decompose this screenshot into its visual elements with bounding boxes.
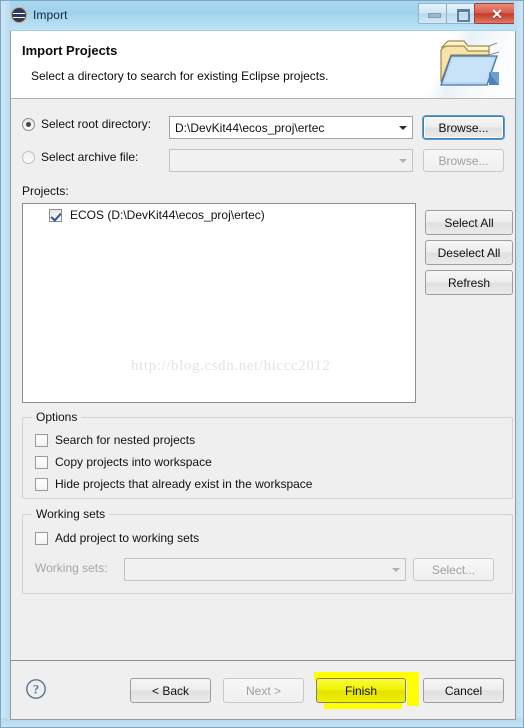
hide-existing-label: Hide projects that already exist in the … bbox=[55, 477, 313, 491]
watermark-text: http://blog.csdn.net/hiccc2012 bbox=[131, 358, 331, 374]
window-title: Import bbox=[33, 8, 68, 22]
archive-file-label: Select archive file: bbox=[41, 150, 139, 164]
finish-highlight-right bbox=[407, 672, 419, 706]
add-working-sets-checkbox[interactable] bbox=[35, 531, 48, 545]
import-dialog-window: Import ✕ Import Projects Select a direct… bbox=[0, 0, 524, 728]
working-sets-group: Working sets bbox=[22, 507, 513, 594]
option-hide-existing[interactable]: Hide projects that already exist in the … bbox=[35, 477, 312, 491]
refresh-button[interactable]: Refresh bbox=[425, 270, 513, 295]
page-title: Import Projects bbox=[22, 43, 118, 58]
project-checkbox[interactable] bbox=[49, 208, 62, 222]
next-label: Next > bbox=[245, 683, 281, 698]
finish-label: Finish bbox=[344, 683, 377, 698]
root-directory-label: Select root directory: bbox=[41, 117, 152, 131]
window-frame-left bbox=[1, 1, 10, 727]
browse-archive-button: Browse... bbox=[423, 149, 504, 172]
options-group-title: Options bbox=[32, 410, 82, 424]
dialog-button-bar: ? < Back Next > Finish Cancel bbox=[11, 660, 515, 719]
project-name: ECOS (D:\DevKit44\ecos_proj\ertec) bbox=[70, 208, 265, 222]
chevron-down-icon-archive bbox=[394, 150, 412, 171]
browse-archive-label: Browse... bbox=[438, 153, 489, 168]
next-button: Next > bbox=[223, 678, 304, 703]
chevron-down-icon[interactable] bbox=[394, 117, 412, 138]
hide-existing-checkbox[interactable] bbox=[35, 477, 48, 491]
archive-file-row: Select archive file: bbox=[22, 150, 138, 164]
eclipse-icon bbox=[11, 7, 27, 23]
working-sets-select-button: Select... bbox=[413, 558, 494, 581]
working-sets-select-label: Select... bbox=[431, 562, 476, 577]
add-working-sets-label: Add project to working sets bbox=[55, 531, 200, 545]
deselect-all-label: Deselect All bbox=[437, 245, 501, 260]
browse-root-directory-button[interactable]: Browse... bbox=[423, 116, 504, 139]
root-directory-combo[interactable]: D:\DevKit44\ecos_proj\ertec bbox=[169, 116, 413, 139]
browse-root-label: Browse... bbox=[438, 120, 489, 135]
projects-label: Projects: bbox=[22, 184, 69, 198]
root-directory-radio[interactable] bbox=[22, 117, 35, 131]
add-to-working-sets-row[interactable]: Add project to working sets bbox=[35, 531, 199, 545]
option-search-nested[interactable]: Search for nested projects bbox=[35, 433, 195, 447]
root-directory-value: D:\DevKit44\ecos_proj\ertec bbox=[175, 120, 325, 135]
window-controls: ✕ bbox=[418, 3, 520, 24]
deselect-all-button[interactable]: Deselect All bbox=[425, 240, 513, 265]
minimize-button[interactable] bbox=[418, 3, 447, 24]
search-nested-checkbox[interactable] bbox=[35, 433, 48, 447]
maximize-button[interactable] bbox=[446, 3, 475, 24]
cancel-label: Cancel bbox=[444, 683, 483, 698]
search-nested-label: Search for nested projects bbox=[55, 433, 196, 447]
page-description: Select a directory to search for existin… bbox=[31, 69, 329, 83]
working-sets-group-title: Working sets bbox=[32, 507, 110, 521]
archive-file-radio[interactable] bbox=[22, 150, 35, 164]
back-label: < Back bbox=[151, 683, 190, 698]
refresh-label: Refresh bbox=[447, 275, 491, 290]
dialog-header: Import Projects Select a directory to se… bbox=[11, 31, 515, 99]
working-sets-combo bbox=[124, 558, 406, 581]
copy-workspace-checkbox[interactable] bbox=[35, 455, 48, 469]
archive-file-combo bbox=[169, 149, 413, 172]
chevron-down-icon-working-sets bbox=[387, 559, 405, 580]
cancel-button[interactable]: Cancel bbox=[423, 678, 504, 703]
working-sets-field-label: Working sets: bbox=[35, 561, 108, 575]
copy-workspace-label: Copy projects into workspace bbox=[55, 455, 212, 469]
svg-text:?: ? bbox=[33, 683, 39, 697]
title-bar-left: Import bbox=[11, 7, 68, 23]
dialog-content: Select root directory: D:\DevKit44\ecos_… bbox=[11, 99, 515, 659]
help-icon[interactable]: ? bbox=[25, 678, 47, 700]
open-folder-icon bbox=[440, 40, 500, 86]
select-all-label: Select All bbox=[444, 215, 494, 230]
option-copy-into-workspace[interactable]: Copy projects into workspace bbox=[35, 455, 212, 469]
list-item[interactable]: ECOS (D:\DevKit44\ecos_proj\ertec) bbox=[23, 204, 415, 222]
title-bar: Import ✕ bbox=[1, 1, 523, 31]
dialog-body: Import Projects Select a directory to se… bbox=[10, 31, 516, 720]
select-all-button[interactable]: Select All bbox=[425, 210, 513, 235]
close-icon: ✕ bbox=[491, 6, 503, 22]
back-button[interactable]: < Back bbox=[130, 678, 211, 703]
root-directory-row: Select root directory: bbox=[22, 117, 151, 131]
finish-button[interactable]: Finish bbox=[316, 678, 406, 703]
